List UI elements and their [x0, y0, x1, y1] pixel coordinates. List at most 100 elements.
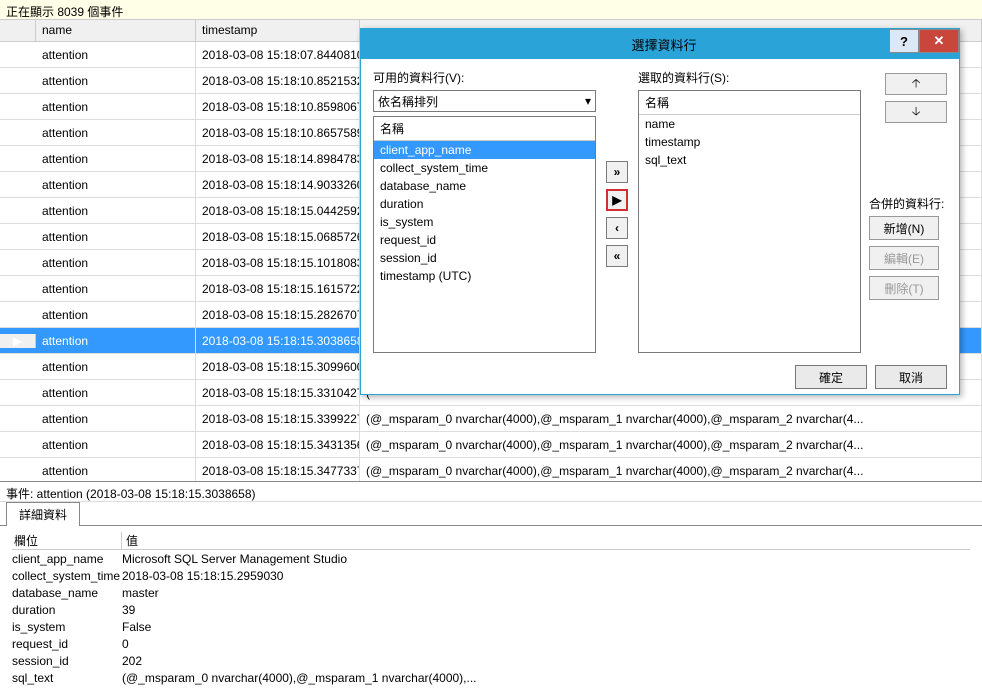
- list-item[interactable]: request_id: [374, 231, 595, 249]
- cell-name: attention: [36, 250, 196, 275]
- selected-columns-section: 選取的資料行(S): 名稱 nametimestampsql_text: [638, 69, 861, 353]
- row-indicator: ▶: [0, 334, 36, 348]
- arrow-up-icon: 🡡: [912, 74, 921, 95]
- close-button[interactable]: ✕: [919, 29, 959, 53]
- detail-value: 0: [122, 637, 970, 651]
- detail-row[interactable]: database_namemaster: [12, 584, 970, 601]
- dialog-titlebar[interactable]: 選擇資料行 ? ✕: [361, 29, 959, 59]
- detail-row[interactable]: collect_system_time2018-03-08 15:18:15.2…: [12, 567, 970, 584]
- move-right-button[interactable]: ▶: [606, 189, 628, 211]
- cell-timestamp: 2018-03-08 15:18:10.8598067: [196, 94, 360, 119]
- detail-value: (@_msparam_0 nvarchar(4000),@_msparam_1 …: [122, 671, 970, 685]
- sort-select[interactable]: 依名稱排列 ▾: [373, 90, 596, 112]
- move-down-button[interactable]: 🡣: [885, 101, 947, 123]
- move-all-right-button[interactable]: »: [606, 161, 628, 183]
- list-item[interactable]: is_system: [374, 213, 595, 231]
- cell-name: attention: [36, 68, 196, 93]
- cell-text: (@_msparam_0 nvarchar(4000),@_msparam_1 …: [360, 432, 982, 457]
- ok-button[interactable]: 確定: [795, 365, 867, 389]
- cell-timestamp: 2018-03-08 15:18:15.3399227: [196, 406, 360, 431]
- cancel-button[interactable]: 取消: [875, 365, 947, 389]
- cell-text: (@_msparam_0 nvarchar(4000),@_msparam_1 …: [360, 458, 982, 482]
- cell-timestamp: 2018-03-08 15:18:10.8657589: [196, 120, 360, 145]
- detail-row[interactable]: sql_text(@_msparam_0 nvarchar(4000),@_ms…: [12, 669, 970, 686]
- cell-timestamp: 2018-03-08 15:18:15.3099600: [196, 354, 360, 379]
- available-listbox[interactable]: 名稱 client_app_namecollect_system_timedat…: [373, 116, 596, 353]
- detail-value: Microsoft SQL Server Management Studio: [122, 552, 970, 566]
- list-item[interactable]: session_id: [374, 249, 595, 267]
- cell-name: attention: [36, 380, 196, 405]
- choose-columns-dialog: 選擇資料行 ? ✕ 可用的資料行(V): 依名稱排列 ▾ 名稱 client_a…: [360, 28, 960, 395]
- col-header-timestamp[interactable]: timestamp: [196, 20, 360, 41]
- arrow-down-icon: 🡣: [912, 102, 921, 123]
- cell-name: attention: [36, 120, 196, 145]
- cell-name: attention: [36, 172, 196, 197]
- list-item[interactable]: collect_system_time: [374, 159, 595, 177]
- cell-name: attention: [36, 198, 196, 223]
- detail-row[interactable]: request_id0: [12, 635, 970, 652]
- sort-select-value: 依名稱排列: [378, 93, 438, 110]
- cell-name: attention: [36, 432, 196, 457]
- cell-timestamp: 2018-03-08 15:18:14.8984783: [196, 146, 360, 171]
- list-item[interactable]: timestamp: [639, 133, 860, 151]
- list-item[interactable]: name: [639, 115, 860, 133]
- move-left-button[interactable]: ‹: [606, 217, 628, 239]
- cell-timestamp: 2018-03-08 15:18:15.1615722: [196, 276, 360, 301]
- event-detail-header: 事件: attention (2018-03-08 15:18:15.30386…: [0, 482, 982, 502]
- details-header: 欄位 值: [12, 532, 970, 550]
- detail-field: session_id: [12, 654, 122, 668]
- add-merge-button[interactable]: 新增(N): [869, 216, 939, 240]
- detail-row[interactable]: is_systemFalse: [12, 618, 970, 635]
- details-col-value[interactable]: 值: [122, 532, 970, 549]
- row-indicator-header: [0, 20, 36, 41]
- cell-name: attention: [36, 94, 196, 119]
- cell-timestamp: 2018-03-08 15:18:15.3431356: [196, 432, 360, 457]
- selected-listbox[interactable]: 名稱 nametimestampsql_text: [638, 90, 861, 353]
- help-button[interactable]: ?: [889, 29, 919, 53]
- detail-field: duration: [12, 603, 122, 617]
- detail-value: 202: [122, 654, 970, 668]
- detail-field: request_id: [12, 637, 122, 651]
- cell-timestamp: 2018-03-08 15:18:15.0685726: [196, 224, 360, 249]
- move-all-left-button[interactable]: «: [606, 245, 628, 267]
- list-item[interactable]: client_app_name: [374, 141, 595, 159]
- details-panel: 欄位 值 client_app_nameMicrosoft SQL Server…: [0, 526, 982, 692]
- cell-text: (@_msparam_0 nvarchar(4000),@_msparam_1 …: [360, 406, 982, 431]
- chevron-down-icon: ▾: [585, 94, 591, 108]
- detail-row[interactable]: session_id202: [12, 652, 970, 669]
- detail-value: 2018-03-08 15:18:15.2959030: [122, 569, 970, 583]
- detail-field: is_system: [12, 620, 122, 634]
- cell-name: attention: [36, 276, 196, 301]
- col-header-name[interactable]: name: [36, 20, 196, 41]
- detail-field: sql_text: [12, 671, 122, 685]
- cell-timestamp: 2018-03-08 15:18:10.8521532: [196, 68, 360, 93]
- detail-field: collect_system_time: [12, 569, 122, 583]
- list-item[interactable]: duration: [374, 195, 595, 213]
- arrow-buttons-column: » ▶ ‹ «: [604, 69, 630, 353]
- table-row[interactable]: attention2018-03-08 15:18:15.3477337(@_m…: [0, 458, 982, 482]
- cell-timestamp: 2018-03-08 15:18:14.9033260: [196, 172, 360, 197]
- move-up-button[interactable]: 🡡: [885, 73, 947, 95]
- selected-label: 選取的資料行(S):: [638, 69, 861, 86]
- cell-name: attention: [36, 328, 196, 353]
- actions-column: 🡡 🡣 合併的資料行: 新增(N) 編輯(E) 刪除(T): [869, 69, 947, 353]
- list-item[interactable]: timestamp (UTC): [374, 267, 595, 285]
- edit-merge-button: 編輯(E): [869, 246, 939, 270]
- cell-name: attention: [36, 406, 196, 431]
- details-col-field[interactable]: 欄位: [12, 532, 122, 549]
- cell-timestamp: 2018-03-08 15:18:15.3310427: [196, 380, 360, 405]
- cell-timestamp: 2018-03-08 15:18:07.8440810: [196, 42, 360, 67]
- dialog-title: 選擇資料行: [369, 35, 959, 54]
- detail-row[interactable]: duration39: [12, 601, 970, 618]
- list-item[interactable]: database_name: [374, 177, 595, 195]
- available-list-header: 名稱: [374, 117, 595, 141]
- tab-details[interactable]: 詳細資料: [6, 502, 80, 526]
- cell-name: attention: [36, 354, 196, 379]
- status-bar: 正在顯示 8039 個事件: [0, 0, 982, 20]
- detail-row[interactable]: client_app_nameMicrosoft SQL Server Mana…: [12, 550, 970, 567]
- table-row[interactable]: attention2018-03-08 15:18:15.3399227(@_m…: [0, 406, 982, 432]
- list-item[interactable]: sql_text: [639, 151, 860, 169]
- cell-name: attention: [36, 302, 196, 327]
- detail-field: database_name: [12, 586, 122, 600]
- table-row[interactable]: attention2018-03-08 15:18:15.3431356(@_m…: [0, 432, 982, 458]
